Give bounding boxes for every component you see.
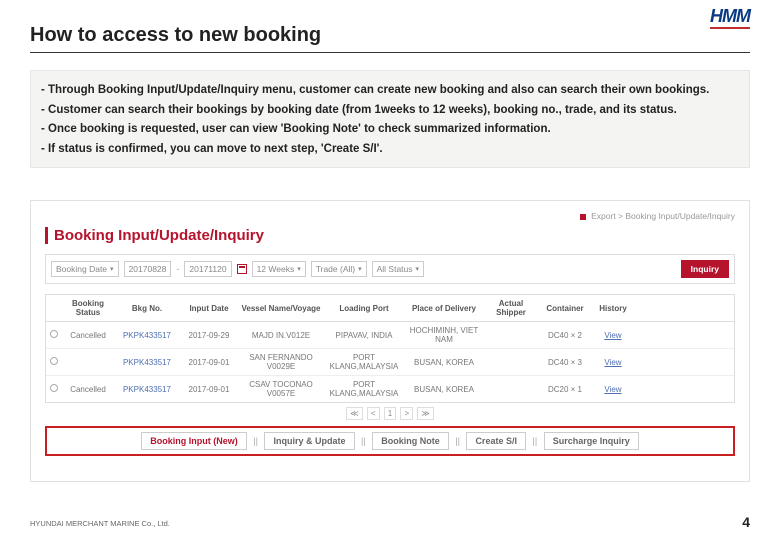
booking-input-new-button[interactable]: Booking Input (New) — [141, 432, 247, 450]
col-container: Container — [538, 300, 592, 317]
history-link[interactable]: View — [592, 327, 634, 344]
pager-last[interactable]: ≫ — [417, 407, 433, 420]
bullet-item: - If status is confirmed, you can move t… — [41, 144, 739, 156]
page-heading: Booking Input/Update/Inquiry — [45, 227, 735, 244]
pager: ≪ < 1 > ≫ — [45, 409, 735, 418]
table-header-row: Booking Status Bkg No. Input Date Vessel… — [46, 295, 734, 322]
results-table: Booking Status Bkg No. Input Date Vessel… — [45, 294, 735, 403]
action-sep: || — [455, 436, 460, 446]
chevron-down-icon: ▾ — [358, 265, 362, 273]
cell-status: Cancelled — [62, 381, 114, 398]
cell-date: 2017-09-29 — [180, 327, 238, 344]
footer-company: HYUNDAI MERCHANT MARINE Co., Ltd. — [30, 519, 170, 528]
action-sep: || — [253, 436, 258, 446]
cell-bkgno[interactable]: PKPK433517 — [114, 381, 180, 398]
cell-date: 2017-09-01 — [180, 354, 238, 371]
trade-select[interactable]: Trade (All)▾ — [311, 261, 367, 277]
cell-bkgno[interactable]: PKPK433517 — [114, 327, 180, 344]
cell-pod: HOCHIMINH, VIET NAM — [404, 322, 484, 348]
page-number: 4 — [742, 514, 750, 530]
history-link[interactable]: View — [592, 381, 634, 398]
title-rule — [30, 52, 750, 53]
bullet-box: - Through Booking Input/Update/Inquiry m… — [30, 70, 750, 168]
col-vessel: Vessel Name/Voyage — [238, 300, 324, 317]
date-from-input[interactable]: 20170828 — [124, 261, 172, 277]
cell-load: PORT KLANG,MALAYSIA — [324, 376, 404, 402]
cell-pod: BUSAN, KOREA — [404, 354, 484, 371]
cell-shipper — [484, 385, 538, 393]
bullet-item: - Customer can search their bookings by … — [41, 105, 739, 117]
surcharge-inquiry-button[interactable]: Surcharge Inquiry — [544, 432, 639, 450]
cell-vessel: SAN FERNANDO V0029E — [238, 349, 324, 375]
filter-bar: Booking Date▾ 20170828 - 20171120 12 Wee… — [45, 254, 735, 284]
slide-title: How to access to new booking — [30, 24, 321, 47]
history-link[interactable]: View — [592, 354, 634, 371]
cell-shipper — [484, 331, 538, 339]
chevron-down-icon: ▾ — [110, 265, 114, 273]
col-status: Booking Status — [62, 295, 114, 321]
col-shipper: Actual Shipper — [484, 295, 538, 321]
embedded-screenshot: Export > Booking Input/Update/Inquiry Bo… — [30, 200, 750, 482]
col-pod: Place of Delivery — [404, 300, 484, 317]
row-radio[interactable] — [50, 357, 58, 365]
cell-ctnr: DC40 × 2 — [538, 327, 592, 344]
cell-ctnr: DC20 × 1 — [538, 381, 592, 398]
row-radio[interactable] — [50, 330, 58, 338]
table-row: Cancelled PKPK433517 2017-09-29 MAJD IN.… — [46, 322, 734, 349]
col-select — [46, 304, 62, 312]
col-history: History — [592, 300, 634, 317]
booking-note-button[interactable]: Booking Note — [372, 432, 449, 450]
col-inputdate: Input Date — [180, 300, 238, 317]
cell-vessel: MAJD IN.V012E — [238, 327, 324, 344]
create-si-button[interactable]: Create S/I — [466, 432, 526, 450]
cell-date: 2017-09-01 — [180, 381, 238, 398]
cell-load: PORT KLANG,MALAYSIA — [324, 349, 404, 375]
pager-prev[interactable]: < — [367, 407, 380, 420]
cell-pod: BUSAN, KOREA — [404, 381, 484, 398]
inquiry-update-button[interactable]: Inquiry & Update — [264, 432, 354, 450]
cell-status: Cancelled — [62, 327, 114, 344]
chevron-down-icon: ▾ — [297, 265, 301, 273]
date-to-input[interactable]: 20171120 — [184, 261, 231, 277]
action-sep: || — [361, 436, 366, 446]
inquiry-button[interactable]: Inquiry — [681, 260, 729, 278]
status-select[interactable]: All Status▾ — [372, 261, 424, 277]
cell-bkgno[interactable]: PKPK433517 — [114, 354, 180, 371]
brand-logo: HMM — [710, 6, 750, 29]
col-load: Loading Port — [324, 300, 404, 317]
pager-next[interactable]: > — [400, 407, 413, 420]
bullet-item: - Once booking is requested, user can vi… — [41, 124, 739, 136]
pager-first[interactable]: ≪ — [346, 407, 362, 420]
cell-load: PIPAVAV, INDIA — [324, 327, 404, 344]
cell-ctnr: DC40 × 3 — [538, 354, 592, 371]
row-radio[interactable] — [50, 384, 58, 392]
bullet-item: - Through Booking Input/Update/Inquiry m… — [41, 85, 739, 97]
action-sep: || — [532, 436, 537, 446]
chevron-down-icon: ▾ — [416, 265, 420, 273]
table-row: Cancelled PKPK433517 2017-09-01 CSAV TOC… — [46, 376, 734, 402]
breadcrumb: Export > Booking Input/Update/Inquiry — [45, 211, 735, 221]
cell-status — [62, 358, 114, 366]
cell-shipper — [484, 358, 538, 366]
col-bkgno: Bkg No. — [114, 300, 180, 317]
home-icon — [580, 214, 586, 220]
date-dash: - — [176, 264, 179, 274]
table-row: PKPK433517 2017-09-01 SAN FERNANDO V0029… — [46, 349, 734, 376]
cell-vessel: CSAV TOCONAO V0057E — [238, 376, 324, 402]
weeks-select[interactable]: 12 Weeks▾ — [252, 261, 306, 277]
date-type-select[interactable]: Booking Date▾ — [51, 261, 119, 277]
pager-page[interactable]: 1 — [384, 407, 396, 420]
action-bar-highlight: Booking Input (New) || Inquiry & Update … — [45, 426, 735, 456]
calendar-icon[interactable] — [237, 264, 247, 274]
